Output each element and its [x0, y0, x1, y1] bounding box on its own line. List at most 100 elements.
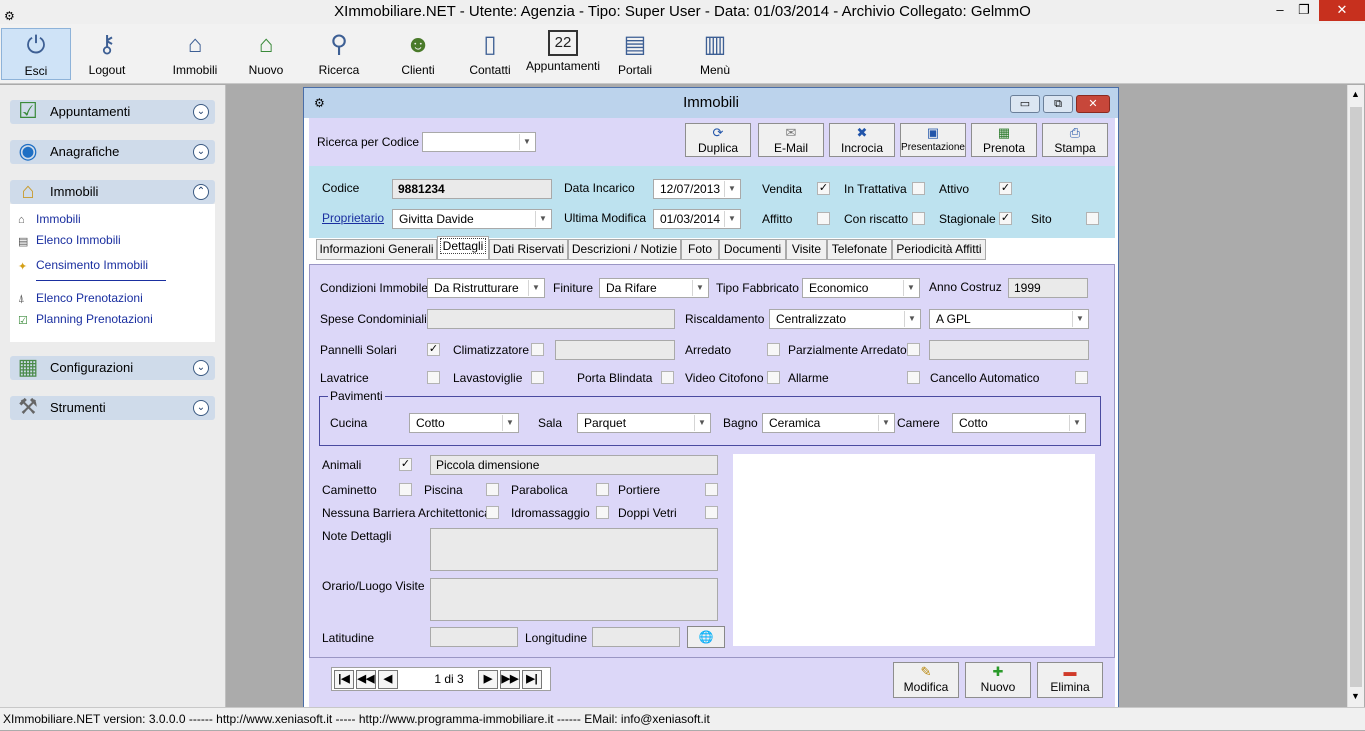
toolbar-clienti-button[interactable]: ☻ Clienti [383, 28, 453, 80]
globe-button[interactable]: 🌐 [687, 626, 725, 648]
chevron-up-icon[interactable]: ⌃ [193, 184, 209, 200]
scroll-up-icon[interactable]: ▲ [1351, 89, 1360, 99]
toolbar-esci-button[interactable]: ⏻ Esci [1, 28, 71, 80]
prev-record-button[interactable]: ◀ [378, 670, 398, 689]
window-close-button[interactable]: ✕ [1076, 95, 1110, 113]
climatizzatore-checkbox[interactable] [531, 343, 544, 356]
chevron-down-icon[interactable]: ⌄ [193, 144, 209, 160]
window-icon[interactable]: ⚙ [314, 88, 325, 118]
sito-checkbox[interactable] [1086, 212, 1099, 225]
allarme-checkbox[interactable] [907, 371, 920, 384]
sidebar-item-planning-prenotazioni[interactable]: Planning Prenotazioni [36, 312, 153, 326]
window-restore-button[interactable]: ⧉ [1043, 95, 1073, 113]
vertical-scrollbar[interactable]: ▲ ▼ [1347, 85, 1364, 707]
codice-field[interactable]: 9881234 [392, 179, 552, 199]
animali-checkbox[interactable]: ✓ [399, 458, 412, 471]
chevron-down-icon[interactable]: ▼ [1072, 311, 1087, 327]
sidebar-item-elenco-immobili[interactable]: Elenco Immobili [36, 233, 121, 247]
stampa-button[interactable]: ⎙ Stampa [1042, 123, 1108, 157]
next-record-button[interactable]: ▶ [478, 670, 498, 689]
toolbar-portali-button[interactable]: ▤ Portali [600, 28, 670, 80]
first-record-button[interactable]: |◀ [334, 670, 354, 689]
tab-dati-riservati[interactable]: Dati Riservati [489, 239, 568, 260]
riscaldamento-select[interactable]: Centralizzato ▼ [769, 309, 921, 329]
con-riscatto-checkbox[interactable] [912, 212, 925, 225]
sala-select[interactable]: Parquet ▼ [577, 413, 711, 433]
sidebar-group-configurazioni[interactable]: ▦ Configurazioni ⌄ [10, 354, 215, 380]
toolbar-menu-button[interactable]: ▥ Menù [680, 28, 750, 80]
chevron-down-icon[interactable]: ▼ [694, 415, 709, 431]
parabolica-checkbox[interactable] [596, 483, 609, 496]
toolbar-appuntamenti-button[interactable]: 22 Appuntamenti [526, 28, 600, 80]
data-incarico-picker[interactable]: 12/07/2013 ▼ [653, 179, 741, 199]
close-button[interactable]: ✕ [1319, 0, 1365, 21]
latitudine-field[interactable] [430, 627, 518, 647]
duplica-button[interactable]: ⟳ Duplica [685, 123, 751, 157]
chevron-down-icon[interactable]: ▼ [692, 280, 707, 296]
lavatrice-checkbox[interactable] [427, 371, 440, 384]
lavastoviglie-checkbox[interactable] [531, 371, 544, 384]
sidebar-group-appuntamenti[interactable]: ☑ Appuntamenti ⌄ [10, 98, 215, 124]
proprietario-select[interactable]: Givitta Davide ▼ [392, 209, 552, 229]
email-button[interactable]: ✉ E-Mail [758, 123, 824, 157]
orario-visite-field[interactable] [430, 578, 718, 621]
tab-telefonate[interactable]: Telefonate [827, 239, 892, 260]
sidebar-group-anagrafiche[interactable]: ◉ Anagrafiche ⌄ [10, 138, 215, 164]
tab-documenti[interactable]: Documenti [719, 239, 786, 260]
animali-field[interactable]: Piccola dimensione [430, 455, 718, 475]
porta-blindata-checkbox[interactable] [661, 371, 674, 384]
piscina-checkbox[interactable] [486, 483, 499, 496]
toolbar-contatti-button[interactable]: ▯ Contatti [455, 28, 525, 80]
sidebar-item-censimento-immobili[interactable]: Censimento Immobili [36, 258, 148, 272]
vendita-checkbox[interactable]: ✓ [817, 182, 830, 195]
proprietario-link[interactable]: Proprietario [322, 211, 384, 225]
longitudine-field[interactable] [592, 627, 680, 647]
tipo-fabbricato-select[interactable]: Economico ▼ [802, 278, 920, 298]
parz-arredato-checkbox[interactable] [907, 343, 920, 356]
toolbar-ricerca-button[interactable]: ⚲ Ricerca [304, 28, 374, 80]
modifica-button[interactable]: ✎ Modifica [893, 662, 959, 698]
incrocia-button[interactable]: ✖ Incrocia [829, 123, 895, 157]
tab-informazioni-generali[interactable]: Informazioni Generali [316, 239, 437, 260]
spese-field[interactable] [427, 309, 675, 329]
chevron-down-icon[interactable]: ▼ [519, 134, 534, 150]
bagno-select[interactable]: Ceramica ▼ [762, 413, 895, 433]
doppi-vetri-checkbox[interactable] [705, 506, 718, 519]
attivo-checkbox[interactable]: ✓ [999, 182, 1012, 195]
prev-page-button[interactable]: ◀◀ [356, 670, 376, 689]
scrollbar-thumb[interactable] [1350, 107, 1362, 687]
sidebar-group-strumenti[interactable]: ⚒ Strumenti ⌄ [10, 394, 215, 420]
presentazione-button[interactable]: ▣ Presentazione [900, 123, 966, 157]
barriera-checkbox[interactable] [486, 506, 499, 519]
chevron-down-icon[interactable]: ▼ [502, 415, 517, 431]
anno-costruz-field[interactable]: 1999 [1008, 278, 1088, 298]
chevron-down-icon[interactable]: ▼ [724, 211, 739, 227]
search-code-select[interactable]: ▼ [422, 132, 536, 152]
idromassaggio-checkbox[interactable] [596, 506, 609, 519]
stagionale-checkbox[interactable]: ✓ [999, 212, 1012, 225]
maximize-button[interactable]: ❐ [1292, 0, 1316, 21]
nuovo-button[interactable]: ✚ Nuovo [965, 662, 1031, 698]
video-citofono-checkbox[interactable] [767, 371, 780, 384]
next-page-button[interactable]: ▶▶ [500, 670, 520, 689]
tab-visite[interactable]: Visite [786, 239, 827, 260]
chevron-down-icon[interactable]: ▼ [903, 280, 918, 296]
chevron-down-icon[interactable]: ▼ [878, 415, 893, 431]
toolbar-immobili-button[interactable]: ⌂ Immobili [160, 28, 230, 80]
chevron-down-icon[interactable]: ⌄ [193, 360, 209, 376]
combustibile-select[interactable]: A GPL ▼ [929, 309, 1089, 329]
scroll-down-icon[interactable]: ▼ [1351, 691, 1360, 701]
tab-periodicita-affitti[interactable]: Periodicità Affitti [892, 239, 986, 260]
cancello-checkbox[interactable] [1075, 371, 1088, 384]
chevron-down-icon[interactable]: ▼ [1069, 415, 1084, 431]
sidebar-item-immobili[interactable]: Immobili [36, 212, 81, 226]
tab-dettagli[interactable]: Dettagli [437, 236, 489, 260]
portiere-checkbox[interactable] [705, 483, 718, 496]
prenota-button[interactable]: ▦ Prenota [971, 123, 1037, 157]
condizioni-select[interactable]: Da Ristrutturare ▼ [427, 278, 545, 298]
sidebar-group-immobili[interactable]: ⌂ Immobili ⌃ [10, 178, 215, 204]
last-record-button[interactable]: ▶| [522, 670, 542, 689]
toolbar-logout-button[interactable]: ⚷ Logout [72, 28, 142, 80]
elimina-button[interactable]: ▬ Elimina [1037, 662, 1103, 698]
chevron-down-icon[interactable]: ⌄ [193, 400, 209, 416]
